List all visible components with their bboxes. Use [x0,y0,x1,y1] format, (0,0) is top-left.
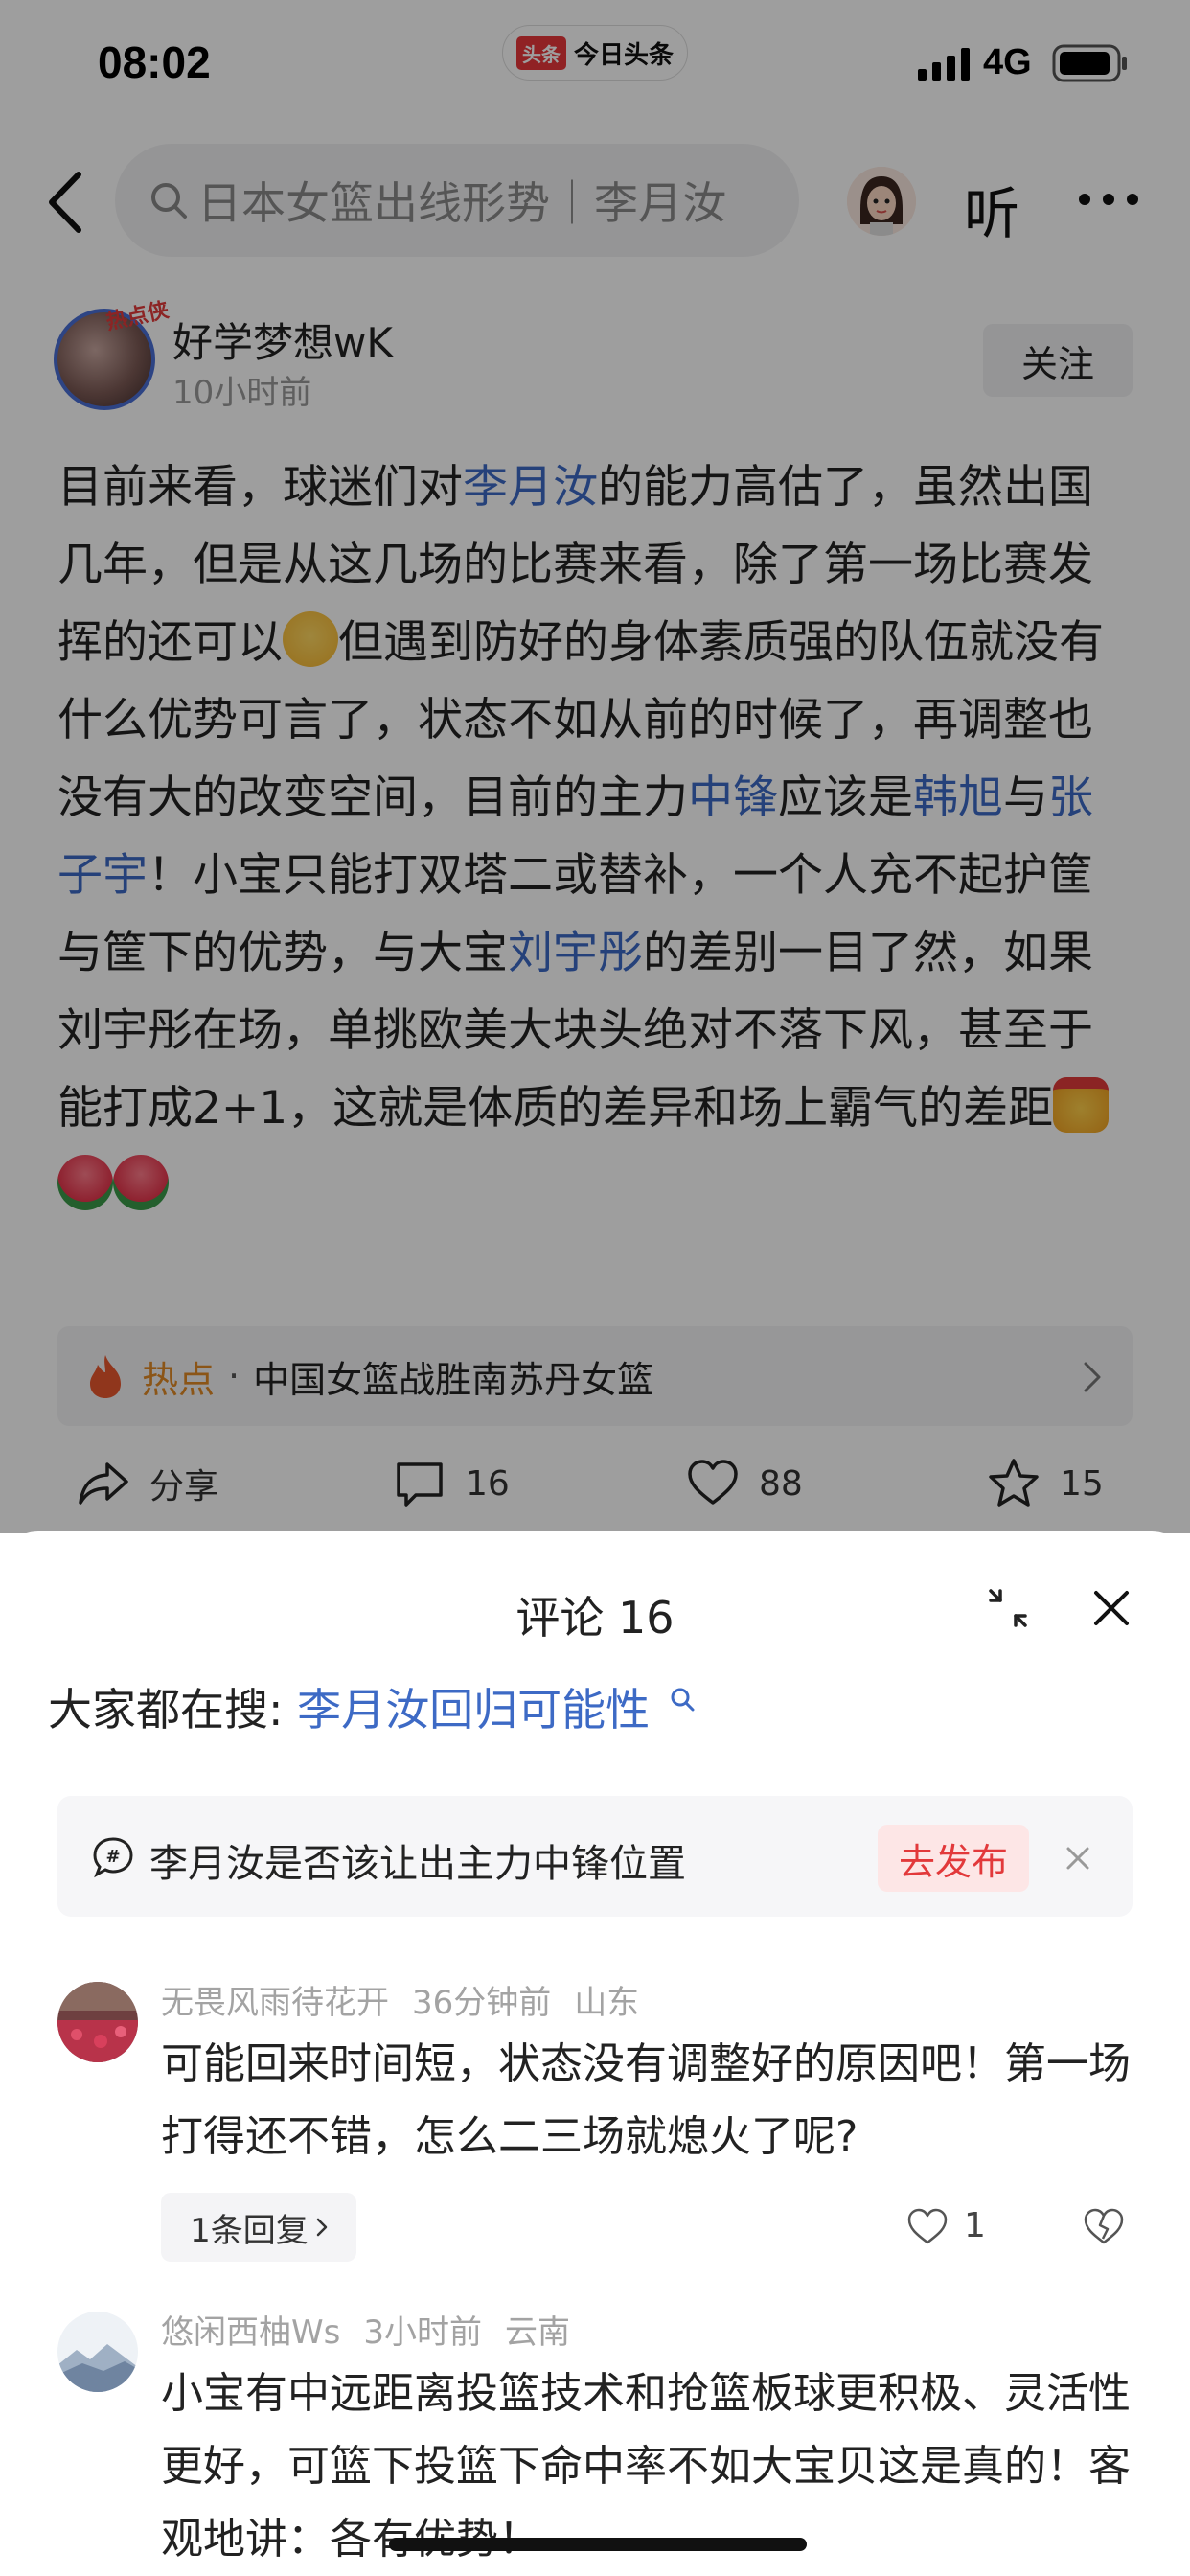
close-icon[interactable] [1092,1589,1131,1627]
heart-icon [688,1460,738,1505]
home-indicator[interactable] [389,2538,807,2551]
trending-link[interactable]: 李月汝回归可能性 [297,1684,650,1736]
status-bar: 08:02 头条 今日头条 4G [0,0,1190,134]
like-button[interactable]: 88 [686,1457,803,1510]
share-label: 分享 [149,1467,219,1506]
chevron-right-icon [1084,1362,1101,1392]
close-icon[interactable] [1065,1846,1090,1871]
post-body: 目前来看，球迷们对李月汝的能力高估了，虽然出国几年，但是从这几场的比赛来看，除了… [57,448,1134,1225]
comment-like-button[interactable]: 1 [906,2206,986,2245]
comment-item: 无畏风雨待花开 36分钟前 山东 可能回来时间短，状态没有调整好的原因吧！第一场打得… [0,1976,1190,2283]
comment-text: 可能回来时间短，状态没有调整好的原因吧！第一场打得还不错，怎么二三场就熄火了呢? [161,2039,1131,2161]
favorite-count: 15 [1060,1463,1104,1504]
article-page: 08:02 头条 今日头条 4G 日本女篮出线形势｜李月汝 听 热点侠 好学梦想… [0,0,1190,1533]
commenter-name[interactable]: 悠闲西柚Ws [161,2313,340,2352]
rose-emoji-icon [113,1155,169,1210]
angry-emoji-icon [1053,1077,1110,1133]
search-icon [151,183,187,218]
comment-time: 3小时前 [363,2313,482,2352]
follow-button[interactable]: 关注 [983,324,1133,397]
chevron-right-icon [316,2218,328,2237]
back-arrow-icon[interactable] [44,169,94,236]
comment-sheet: 评论 16 大家都在搜: 李月汝回归可能性 # 李月汝是否该让出主力中锋位置 去… [0,1531,1190,2576]
listen-button[interactable]: 听 [964,169,1019,249]
prompt-text: 李月汝是否该让出主力中锋位置 [149,1842,686,1886]
keyword-link[interactable]: 中锋 [688,771,778,824]
comment-button[interactable]: 16 [393,1457,510,1510]
reply-label: 1条回复 [190,2211,309,2250]
view-replies-button[interactable]: 1条回复 [161,2193,356,2262]
author-name[interactable]: 好学梦想wK [172,310,393,369]
discussion-icon: # [93,1837,133,1878]
trending-prefix: 大家都在搜: [48,1684,284,1736]
app-indicator-pill[interactable]: 头条 今日头条 [502,25,688,80]
author-avatar-tag: 热点侠 [103,298,172,335]
action-row: 分享 16 88 15 [0,1457,1190,1524]
post-text: 目前来看，球迷们对 [57,461,463,514]
comment-location: 山东 [574,1984,640,2022]
battery-icon [1052,44,1127,82]
hot-label: 热点 [142,1358,216,1401]
dislike-icon[interactable] [1083,2206,1125,2246]
app-badge: 头条 [515,35,566,70]
app-name: 今日头条 [573,40,674,70]
comment-time: 36分钟前 [412,1984,552,2022]
trending-search-row: 大家都在搜: 李月汝回归可能性 [48,1675,695,1738]
search-icon [671,1688,695,1712]
commenter-name[interactable]: 无畏风雨待花开 [161,1984,389,2022]
hot-topic-bar[interactable]: 热点 · 中国女篮战胜南苏丹女篮 [57,1326,1133,1426]
author-row: 热点侠 好学梦想wK 10小时前 关注 [0,298,1190,420]
like-count: 88 [759,1463,803,1504]
network-label: 4G [983,42,1032,82]
post-time: 10小时前 [172,374,312,412]
fire-icon [90,1355,121,1398]
status-time: 08:02 [98,37,211,87]
comment-location: 云南 [504,2313,570,2352]
keyword-link[interactable]: 刘宇彤 [508,927,643,979]
post-text: 与 [1003,771,1048,824]
topic-prompt[interactable]: # 李月汝是否该让出主力中锋位置 去发布 [57,1796,1133,1917]
comment-item: 悠闲西柚Ws 3小时前 云南 小宝有中远距离投篮技术和抢篮板球更积极、灵活性更好，可… [0,2306,1190,2576]
comment-count: 16 [466,1463,510,1504]
more-icon[interactable] [1077,192,1140,207]
heart-icon [907,2208,948,2243]
post-text: 应该是 [778,771,913,824]
user-avatar[interactable] [847,167,916,236]
star-icon [989,1459,1039,1506]
nav-bar: 日本女篮出线形势｜李月汝 听 [0,134,1190,268]
share-button[interactable]: 分享 [77,1457,218,1510]
collapse-icon[interactable] [987,1587,1029,1629]
keyword-link[interactable]: 韩旭 [913,771,1003,824]
svg-text:#: # [105,1847,120,1867]
commenter-avatar[interactable] [57,1982,138,2062]
rose-emoji-icon [57,1155,113,1210]
commenter-avatar[interactable] [57,2312,138,2392]
comment-meta: 悠闲西柚Ws 3小时前 云南 [161,2306,593,2353]
relieved-emoji-icon [283,611,338,667]
favorite-button[interactable]: 15 [987,1457,1104,1510]
comment-like-count: 1 [964,2206,986,2245]
signal-icon [918,48,970,80]
search-query: 日本女篮出线形势｜李月汝 [197,177,726,229]
keyword-link[interactable]: 李月汝 [463,461,598,514]
search-box[interactable]: 日本女篮出线形势｜李月汝 [115,144,799,257]
comment-icon [397,1462,443,1506]
publish-button[interactable]: 去发布 [878,1825,1029,1892]
comment-meta: 无畏风雨待花开 36分钟前 山东 [161,1976,662,2023]
hot-title: 中国女篮战胜南苏丹女篮 [253,1358,654,1401]
share-icon [79,1462,128,1505]
hot-separator: · [228,1355,240,1397]
